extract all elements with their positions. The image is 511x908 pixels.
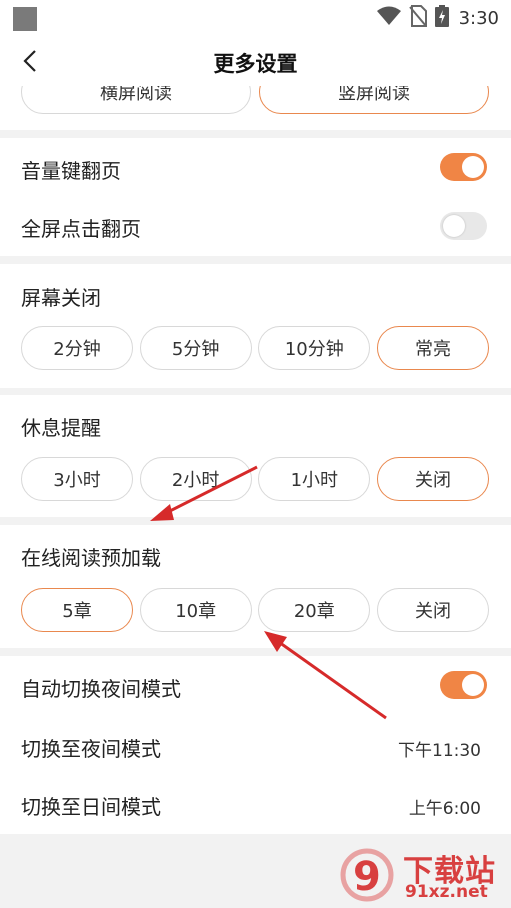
rest-reminder-option[interactable]: 3小时 <box>21 457 133 501</box>
rest-reminder-option-selected[interactable]: 关闭 <box>376 457 489 501</box>
screen-off-section: 屏幕关闭 2分钟 5分钟 10分钟 常亮 <box>0 264 511 388</box>
watermark-url: 91xz.net <box>405 882 488 902</box>
app-square-icon <box>13 7 37 31</box>
landscape-reading-button[interactable]: 横屏阅读 <box>21 86 251 114</box>
status-icons: 3:30 <box>369 5 499 31</box>
screen-off-option[interactable]: 2分钟 <box>21 326 133 370</box>
screen-off-options: 2分钟 5分钟 10分钟 常亮 <box>21 326 489 370</box>
rest-reminder-option[interactable]: 2小时 <box>139 457 252 501</box>
screen-off-option[interactable]: 10分钟 <box>258 326 371 370</box>
auto-night-row: 自动切换夜间模式 <box>0 656 511 714</box>
rest-reminder-section: 休息提醒 3小时 2小时 1小时 关闭 <box>0 395 511 517</box>
fullscreen-tap-label: 全屏点击翻页 <box>21 217 141 241</box>
preload-option[interactable]: 关闭 <box>376 588 489 632</box>
screen-off-option-selected[interactable]: 常亮 <box>376 326 489 370</box>
portrait-reading-button[interactable]: 竖屏阅读 <box>259 86 489 114</box>
rest-reminder-options: 3小时 2小时 1小时 关闭 <box>21 457 489 501</box>
svg-text:9: 9 <box>353 854 381 900</box>
preload-option[interactable]: 10章 <box>139 588 252 632</box>
fullscreen-tap-row: 全屏点击翻页 <box>0 197 511 255</box>
to-night-time: 下午11:30 <box>398 741 481 761</box>
auto-night-toggle[interactable] <box>440 671 487 699</box>
app-header: 更多设置 <box>0 36 511 86</box>
preload-title: 在线阅读预加载 <box>21 546 161 570</box>
screen-off-title: 屏幕关闭 <box>21 286 101 310</box>
status-bar: 3:30 <box>0 0 511 36</box>
screen-off-option[interactable]: 5分钟 <box>139 326 252 370</box>
wifi-icon <box>376 6 401 30</box>
preload-option[interactable]: 20章 <box>258 588 371 632</box>
rest-reminder-title: 休息提醒 <box>21 416 101 440</box>
to-night-row[interactable]: 切换至夜间模式 下午11:30 <box>0 716 511 774</box>
orientation-options: 横屏阅读 竖屏阅读 <box>21 86 489 114</box>
site-watermark: 9 下载站 91xz.net <box>337 844 507 904</box>
to-day-row[interactable]: 切换至日间模式 上午6:00 <box>0 774 511 832</box>
volume-key-toggle[interactable] <box>440 153 487 181</box>
volume-key-row: 音量键翻页 <box>0 138 511 196</box>
battery-charging-icon <box>434 5 449 31</box>
to-day-time: 上午6:00 <box>408 799 481 819</box>
no-sim-icon <box>408 5 427 31</box>
preload-options: 5章 10章 20章 关闭 <box>21 588 489 632</box>
night-mode-section: 自动切换夜间模式 切换至夜间模式 下午11:30 切换至日间模式 上午6:00 <box>0 656 511 834</box>
to-night-label: 切换至夜间模式 <box>21 737 161 761</box>
status-clock: 3:30 <box>458 7 499 29</box>
orientation-section: 横屏阅读 竖屏阅读 <box>0 86 511 130</box>
auto-night-label: 自动切换夜间模式 <box>21 677 181 701</box>
preload-section: 在线阅读预加载 5章 10章 20章 关闭 <box>0 525 511 648</box>
fullscreen-tap-toggle[interactable] <box>440 212 487 240</box>
volume-key-label: 音量键翻页 <box>21 159 121 183</box>
preload-option-selected[interactable]: 5章 <box>21 588 133 632</box>
watermark-logo-icon: 9 <box>340 848 394 902</box>
page-title: 更多设置 <box>213 52 298 76</box>
to-day-label: 切换至日间模式 <box>21 795 161 819</box>
rest-reminder-option[interactable]: 1小时 <box>258 457 371 501</box>
page-turn-section: 音量键翻页 全屏点击翻页 <box>0 138 511 256</box>
